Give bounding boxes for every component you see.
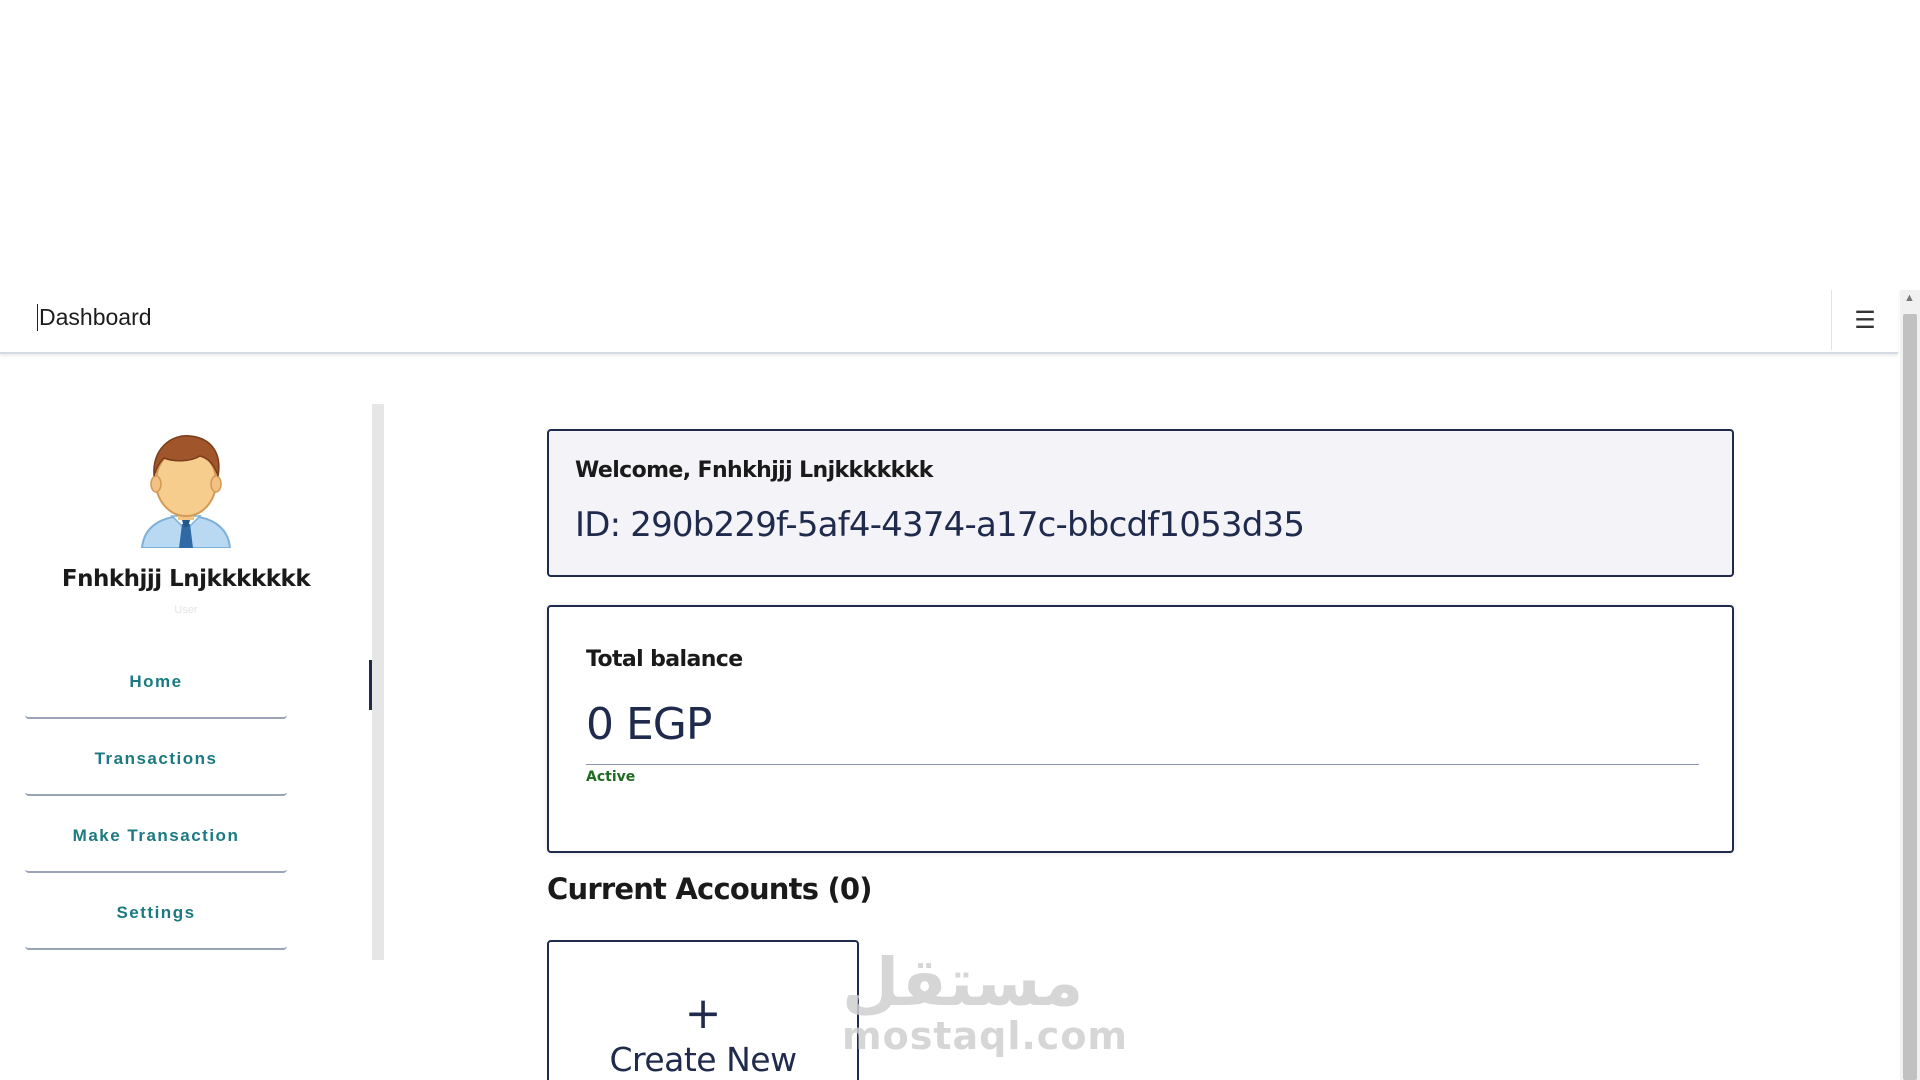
profile-role: User [174,604,198,616]
sidebar-nav: Home Transactions Make Transaction Setti… [25,644,287,952]
page-scrollbar[interactable]: ▲ [1900,290,1920,1080]
balance-amount: 0 EGP [586,699,712,750]
page-title: Dashboard [37,304,152,331]
create-account-button[interactable]: + Create New [547,940,859,1080]
balance-divider [586,764,1699,765]
sidebar-item-settings[interactable]: Settings [25,875,287,950]
sidebar-item-home[interactable]: Home [25,644,287,719]
top-navbar: Dashboard ☰ [0,290,1898,354]
balance-label: Total balance [586,647,743,672]
welcome-greeting: Welcome, Fnhkhjjj Lnjkkkkkkk [575,458,933,483]
active-indicator [369,660,372,710]
welcome-card: Welcome, Fnhkhjjj Lnjkkkkkkk ID: 290b229… [547,429,1734,577]
sidebar: Fnhkhjjj Lnjkkkkkkk User Home Transactio… [0,400,385,960]
watermark-latin: mostaql.com [842,1014,1129,1058]
plus-icon: + [684,988,722,1039]
accounts-heading: Current Accounts (0) [547,872,873,906]
scroll-up-arrow-icon[interactable]: ▲ [1904,292,1915,304]
hamburger-icon: ☰ [1854,306,1876,334]
sidebar-item-transactions[interactable]: Transactions [25,721,287,796]
sidebar-divider [372,404,384,960]
balance-card: Total balance 0 EGP Active [547,605,1734,853]
page: Dashboard ☰ ▲ Fnhkhjjj Lnjkkkkkkk User H… [0,0,1920,1080]
status-badge: Active [586,769,636,785]
create-account-label: Create New [609,1040,797,1079]
sidebar-item-make-transaction[interactable]: Make Transaction [25,798,287,873]
scrollbar-thumb[interactable] [1903,314,1917,1080]
user-id: ID: 290b229f-5af4-4374-a17c-bbcdf1053d35 [575,505,1305,545]
user-avatar-icon [138,430,234,549]
watermark-logo: مستقل mostaql.com [842,944,1129,1058]
profile-name: Fnhkhjjj Lnjkkkkkkk [61,566,311,592]
watermark-arabic: مستقل [842,944,1084,1021]
menu-toggle-button[interactable]: ☰ [1831,290,1898,350]
